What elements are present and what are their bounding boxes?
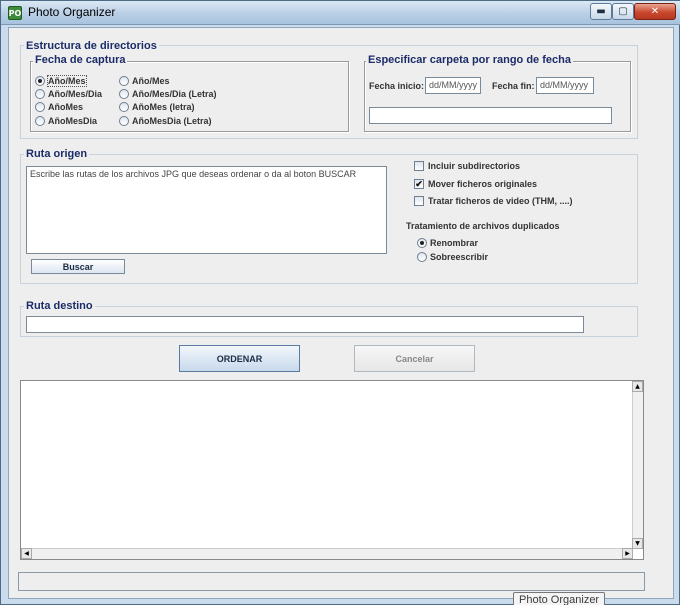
radio-rename[interactable]: Renombrar [417, 238, 478, 248]
log-output-area[interactable]: ▲ ▼ ◀ ▶ [20, 380, 644, 560]
end-date-label: Fecha fin: [492, 81, 535, 91]
vertical-scrollbar[interactable]: ▲ ▼ [632, 381, 643, 549]
radio-label: Año/Mes [47, 75, 87, 87]
radio-button-icon [35, 116, 45, 126]
move-originals-checkbox[interactable]: ✔ Mover ficheros originales [414, 179, 537, 189]
destination-path-group: Ruta destino [20, 300, 638, 337]
destination-path-input[interactable] [26, 316, 584, 333]
radio-button-icon [417, 238, 427, 248]
radio-label: Año/Mes/Dia (Letra) [132, 89, 217, 99]
scroll-left-icon[interactable]: ◀ [21, 548, 32, 559]
radio-button-icon [119, 102, 129, 112]
process-video-checkbox[interactable]: Tratar ficheros de video (THM, ....) [414, 196, 573, 206]
window-content: Estructura de directorios Fecha de captu… [8, 27, 674, 599]
checkbox-icon [414, 161, 424, 171]
duplicates-title: Tratamiento de archivos duplicados [406, 221, 560, 231]
radio-button-icon [35, 89, 45, 99]
radio-button-icon [119, 116, 129, 126]
radio-overwrite[interactable]: Sobreescribir [417, 252, 488, 262]
radio-anio-mes-dia[interactable]: Año/Mes/Dia [35, 89, 102, 99]
radio-button-icon [119, 76, 129, 86]
end-date-input[interactable]: dd/MM/yyyy [536, 77, 594, 94]
radio-label: Año/Mes/Dia [48, 89, 103, 99]
checkbox-label: Tratar ficheros de video (THM, ....) [428, 196, 573, 206]
radio-label: AñoMes (letra) [132, 102, 195, 112]
close-button[interactable]: ✕ [634, 3, 676, 20]
horizontal-scrollbar[interactable]: ◀ ▶ [21, 548, 633, 559]
radio-label: Renombrar [430, 238, 479, 248]
minimize-icon: ▬ [596, 6, 606, 17]
destination-path-title: Ruta destino [24, 300, 95, 312]
checkmark-icon: ✔ [414, 179, 424, 189]
directory-structure-title: Estructura de directorios [24, 40, 159, 52]
radio-label: AñoMesDia [48, 116, 98, 126]
taskbar-tooltip: Photo Organizer [513, 592, 606, 605]
title-bar[interactable]: PO Photo Organizer ▬ ▢ ✕ [1, 1, 680, 25]
maximize-button[interactable]: ▢ [612, 3, 634, 20]
radio-anio-mes-letra[interactable]: Año/Mes [119, 76, 170, 86]
search-button[interactable]: Buscar [31, 259, 125, 274]
checkbox-label: Incluir subdirectorios [428, 161, 521, 171]
radio-anio-mes-dia-letra[interactable]: Año/Mes/Dia (Letra) [119, 89, 217, 99]
radio-label: Año/Mes [132, 76, 170, 86]
app-logo-icon: PO [8, 6, 22, 20]
radio-label: Sobreescribir [430, 252, 489, 262]
capture-date-title: Fecha de captura [33, 54, 128, 66]
directory-structure-group: Estructura de directorios Fecha de captu… [20, 40, 638, 139]
checkbox-icon [414, 196, 424, 206]
cancel-button[interactable]: Cancelar [354, 345, 475, 372]
minimize-button[interactable]: ▬ [590, 3, 612, 20]
radio-button-icon [119, 89, 129, 99]
start-date-input[interactable]: dd/MM/yyyy [425, 77, 481, 94]
start-date-label: Fecha inicio: [369, 81, 425, 91]
source-path-group: Ruta origen Escribe las rutas de los arc… [20, 148, 638, 284]
maximize-icon: ▢ [618, 6, 628, 17]
source-paths-textarea[interactable]: Escribe las rutas de los archivos JPG qu… [26, 166, 387, 254]
scroll-down-icon[interactable]: ▼ [632, 538, 643, 549]
date-range-title: Especificar carpeta por rango de fecha [366, 54, 573, 66]
app-window: PO Photo Organizer ▬ ▢ ✕ Estructura de d… [0, 0, 680, 605]
window-title: Photo Organizer [28, 5, 116, 19]
date-range-folder-input[interactable] [369, 107, 612, 124]
radio-aniomes[interactable]: AñoMes [35, 102, 83, 112]
radio-label: AñoMesDia (Letra) [132, 116, 212, 126]
radio-button-icon [35, 102, 45, 112]
status-bar [18, 572, 645, 591]
scroll-right-icon[interactable]: ▶ [622, 548, 633, 559]
radio-aniomesdia-letra[interactable]: AñoMesDia (Letra) [119, 116, 212, 126]
radio-button-icon [35, 76, 45, 86]
sort-button[interactable]: ORDENAR [179, 345, 300, 372]
date-range-group: Especificar carpeta por rango de fecha F… [364, 54, 631, 132]
radio-aniomes-letra[interactable]: AñoMes (letra) [119, 102, 195, 112]
scroll-up-icon[interactable]: ▲ [632, 381, 643, 392]
checkbox-label: Mover ficheros originales [428, 179, 538, 189]
include-subdirs-checkbox[interactable]: Incluir subdirectorios [414, 161, 520, 171]
radio-anio-mes[interactable]: Año/Mes [35, 75, 87, 87]
radio-button-icon [417, 252, 427, 262]
radio-label: AñoMes [48, 102, 84, 112]
close-icon: ✕ [650, 6, 660, 17]
source-path-title: Ruta origen [24, 148, 90, 160]
radio-aniomesdia[interactable]: AñoMesDia [35, 116, 97, 126]
capture-date-group: Fecha de captura Año/Mes Año/Mes/Dia Año… [30, 54, 349, 132]
